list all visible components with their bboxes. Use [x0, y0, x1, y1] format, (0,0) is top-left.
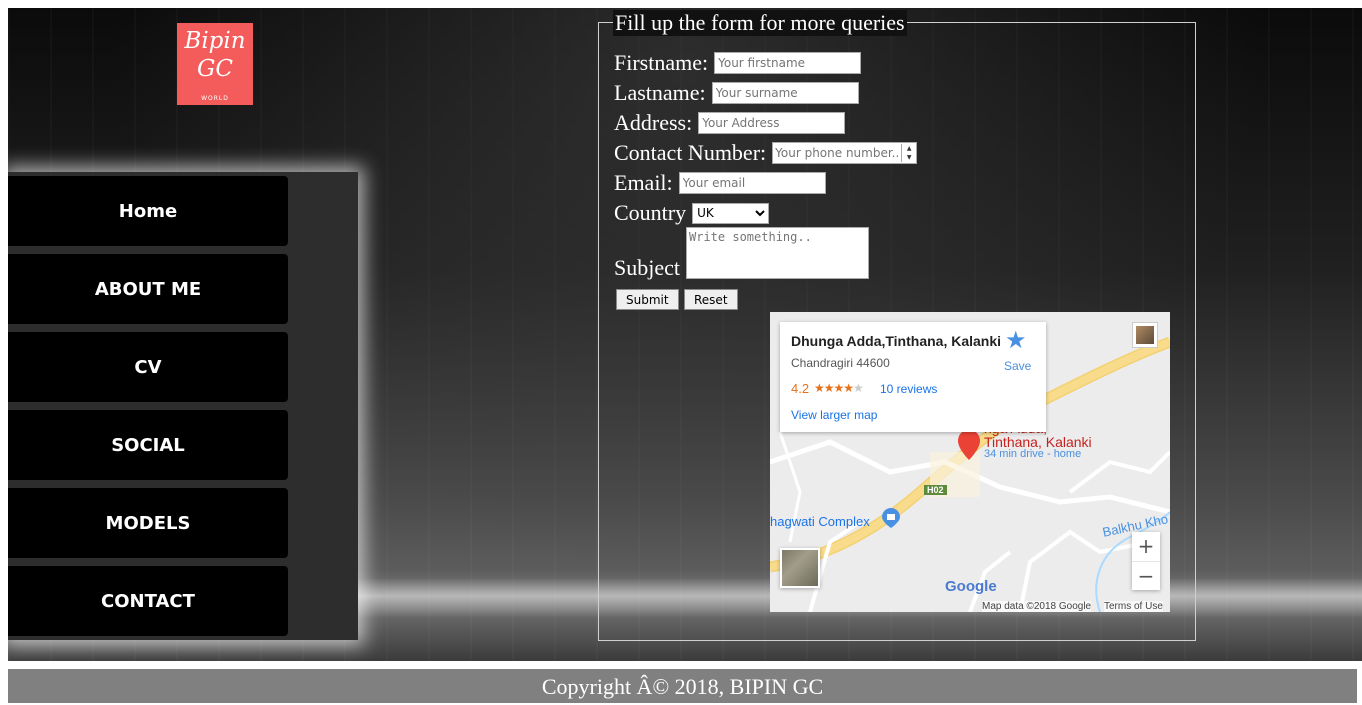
- spin-down-icon[interactable]: ▼: [902, 153, 916, 162]
- email-input[interactable]: [678, 172, 826, 194]
- firstname-input[interactable]: [714, 52, 862, 74]
- contact-row: Contact Number: ▲ ▼: [614, 140, 918, 166]
- terms-link[interactable]: Terms of Use: [1104, 601, 1163, 612]
- country-select[interactable]: UK: [692, 202, 770, 224]
- country-row: Country UK: [614, 200, 770, 226]
- country-label: Country: [614, 200, 687, 225]
- satellite-toggle[interactable]: [780, 548, 820, 588]
- reset-button[interactable]: Reset: [684, 289, 738, 310]
- zoom-out-button[interactable]: −: [1132, 562, 1160, 591]
- spin-up-icon[interactable]: ▲: [902, 144, 916, 153]
- place-name: Dhunga Adda,Tinthana, Kalanki: [791, 333, 1002, 349]
- logo-text-line-2: GC: [197, 56, 233, 82]
- place-info-card: Dhunga Adda,Tinthana, Kalanki Chandragir…: [780, 322, 1046, 432]
- contact-number-field: ▲ ▼: [772, 142, 918, 164]
- google-logo: Google: [945, 578, 997, 595]
- lastname-input[interactable]: [711, 82, 859, 104]
- save-star-icon[interactable]: ★: [1005, 326, 1027, 355]
- address-row: Address:: [614, 110, 846, 136]
- google-map-embed[interactable]: nga Adda, Tinthana, Kalanki 34 min drive…: [770, 312, 1170, 612]
- subject-textarea[interactable]: [686, 227, 869, 279]
- nav-item-models[interactable]: MODELS: [8, 488, 288, 558]
- lastname-row: Lastname:: [614, 80, 859, 106]
- reviews-link[interactable]: 10 reviews: [880, 382, 937, 396]
- submit-button[interactable]: Submit: [616, 289, 679, 310]
- nav-item-cv[interactable]: CV: [8, 332, 288, 402]
- place-address: Chandragiri 44600: [791, 356, 890, 370]
- site-logo[interactable]: Bipin GC WORLD: [177, 23, 253, 105]
- subject-label: Subject: [614, 255, 680, 280]
- place-rating: 4.2: [791, 381, 810, 396]
- logo-text-line-3: WORLD: [201, 95, 229, 102]
- nav-item-home[interactable]: Home: [8, 176, 288, 246]
- email-row: Email:: [614, 170, 826, 196]
- map-data-attribution: Map data ©2018 Google: [982, 601, 1092, 612]
- drive-time: 34 min drive - home: [984, 448, 1082, 460]
- stars-filled: ★★★★: [814, 381, 854, 395]
- view-larger-map-link[interactable]: View larger map: [791, 408, 877, 422]
- nav-item-contact[interactable]: CONTACT: [8, 566, 288, 636]
- rating-stars-icon: ★★★★★: [814, 381, 864, 395]
- footer-copyright: Copyright Â© 2018, BIPIN GC: [8, 669, 1357, 703]
- logo-text-line-1: Bipin: [184, 28, 246, 54]
- email-label: Email:: [614, 170, 673, 195]
- form-legend: Fill up the form for more queries: [613, 10, 907, 36]
- road-badge: H02: [924, 485, 947, 495]
- zoom-control: + −: [1132, 532, 1160, 590]
- sidebar-nav: Home ABOUT ME CV SOCIAL MODELS CONTACT: [8, 172, 358, 640]
- lastname-label: Lastname:: [614, 80, 706, 105]
- subject-row: Subject: [614, 227, 869, 280]
- poi-label-1: hagwati Complex: [770, 514, 870, 529]
- number-spinner[interactable]: ▲ ▼: [901, 144, 916, 162]
- contact-number-label: Contact Number:: [614, 140, 767, 165]
- location-pin-icon[interactable]: [958, 430, 980, 460]
- stars-empty: ★: [853, 381, 864, 395]
- address-label: Address:: [614, 110, 693, 135]
- contact-number-input[interactable]: [773, 144, 902, 162]
- firstname-label: Firstname:: [614, 50, 709, 75]
- zoom-in-button[interactable]: +: [1132, 532, 1160, 562]
- save-link[interactable]: Save: [1004, 359, 1031, 373]
- street-view-icon[interactable]: [1132, 322, 1158, 348]
- nav-item-social[interactable]: SOCIAL: [8, 410, 288, 480]
- shopping-poi-icon[interactable]: [882, 508, 900, 528]
- nav-item-about-me[interactable]: ABOUT ME: [8, 254, 288, 324]
- firstname-row: Firstname:: [614, 50, 862, 76]
- address-input[interactable]: [698, 112, 846, 134]
- page-background: Bipin GC WORLD Home ABOUT ME CV SOCIAL M…: [8, 8, 1362, 661]
